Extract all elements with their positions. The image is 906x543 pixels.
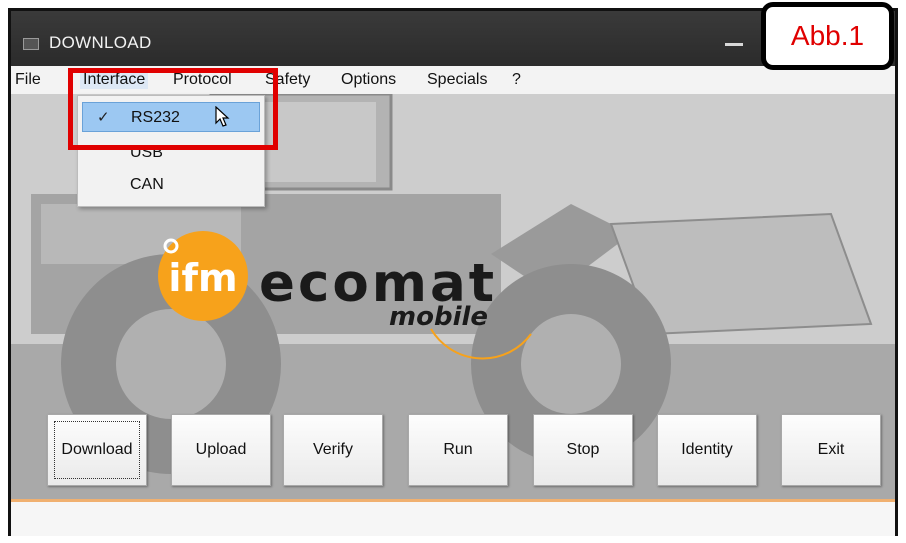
app-window: DOWNLOAD File Interface Protocol Safety …	[8, 8, 898, 536]
menu-options[interactable]: Options	[341, 71, 396, 89]
run-button[interactable]: Run	[408, 414, 508, 486]
menu-specials[interactable]: Specials	[427, 71, 487, 89]
verify-button[interactable]: Verify	[283, 414, 383, 486]
annotation-highlight-box	[68, 68, 278, 150]
status-bar	[11, 499, 895, 536]
menu-help[interactable]: ?	[512, 71, 521, 89]
mobile-logo-text: mobile	[389, 302, 489, 332]
window-icon	[23, 38, 39, 50]
upload-button[interactable]: Upload	[171, 414, 271, 486]
menu-file[interactable]: File	[15, 71, 41, 89]
window-title: DOWNLOAD	[49, 33, 152, 52]
menu-option-can[interactable]: CAN	[82, 170, 260, 200]
minimize-button[interactable]	[723, 31, 747, 55]
stop-button[interactable]: Stop	[533, 414, 633, 486]
menu-option-label: CAN	[130, 176, 164, 193]
download-button[interactable]: Download	[47, 414, 147, 486]
ifm-logo-text: ifm	[168, 256, 237, 300]
exit-button[interactable]: Exit	[781, 414, 881, 486]
identity-button[interactable]: Identity	[657, 414, 757, 486]
figure-badge: Abb.1	[761, 2, 894, 70]
